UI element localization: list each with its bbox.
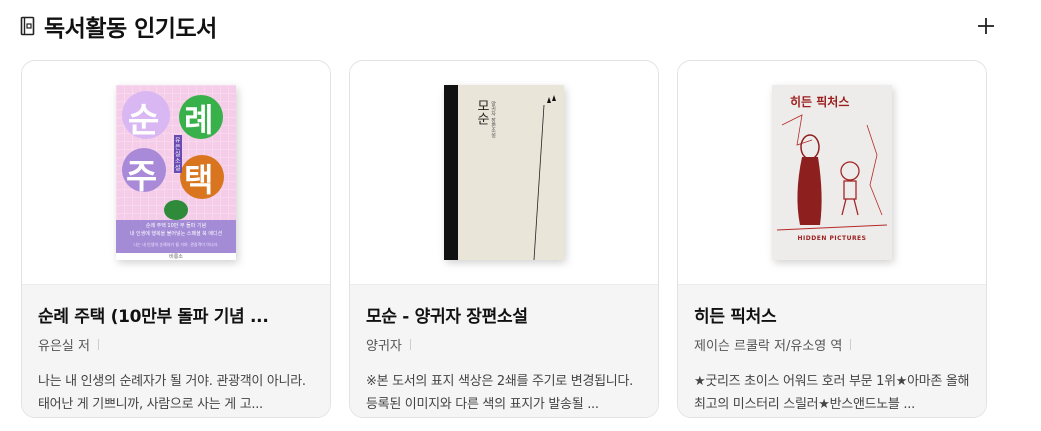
cover-title: 히든 픽처스 [790, 95, 850, 109]
book-info: 순례 주택 (10만부 돌파 기념 ... 유은실 저 나는 내 인생의 순례자… [22, 284, 330, 417]
book-author: 유은실 저 [38, 335, 314, 354]
book-icon [20, 16, 36, 36]
book-author: 제이슨 르쿨락 저/유소영 역 [694, 335, 970, 354]
section-title: 독서활동 인기도서 [44, 16, 217, 42]
book-description: ※본 도서의 표지 색상은 2쇄를 주기로 변경됩니다. 등록된 이미지와 다른… [366, 374, 633, 412]
cover-subtitle: HIDDEN PICTURES [797, 235, 867, 242]
cover-tagline: 순례 주택 10만 부 돌파 기념 [145, 223, 207, 229]
book-title[interactable]: 히든 픽처스 [694, 302, 970, 327]
book-description: ★굿리즈 초이스 어워드 호러 부문 1위★아마존 올해 최고의 미스터리 스릴… [694, 374, 970, 412]
book-info: 모순 - 양귀자 장편소설 양귀자 ※본 도서의 표지 색상은 2쇄를 주기로 … [350, 284, 658, 417]
divider [409, 339, 411, 350]
cover-side-label: 유은실 소설 [175, 137, 181, 172]
plus-icon [978, 18, 994, 34]
cover-letter: 택 [184, 161, 214, 199]
book-cover-image[interactable]: 히든 픽처스 HIDDEN PICTURES [772, 85, 892, 260]
cover-vertical-title: 모순 [474, 99, 489, 125]
author-name: 양귀자 [366, 339, 402, 354]
book-card[interactable]: 히든 픽처스 HIDDEN PICTURES 히든 픽처스 제이슨 르쿨락 저/… [677, 60, 987, 418]
book-description: 나는 내 인생의 순례자가 될 거야. 관광객이 아니라. 태어난 게 기쁘니까… [38, 374, 306, 412]
book-author: 양귀자 [366, 335, 642, 354]
book-cover-image[interactable]: 순 례 주 택 유은실 소설 순례 주택 10만 부 돌파 기념 내 인생에 행… [116, 85, 236, 260]
divider [97, 339, 99, 350]
book-title[interactable]: 순례 주택 (10만부 돌파 기념 ... [38, 302, 314, 327]
cover-publisher: 비룡소 [169, 254, 183, 260]
cover-vertical-sub: 양귀자 장편소설 [490, 101, 496, 138]
author-name: 유은실 저 [38, 339, 90, 354]
book-info: 히든 픽처스 제이슨 르쿨락 저/유소영 역 ★굿리즈 초이스 어워드 호러 부… [678, 284, 986, 417]
divider [850, 339, 852, 350]
book-cover-area: 히든 픽처스 HIDDEN PICTURES [678, 61, 986, 284]
cover-letter: 례 [184, 101, 214, 139]
book-title[interactable]: 모순 - 양귀자 장편소설 [366, 302, 642, 327]
cover-letter: 주 [126, 157, 158, 197]
cover-tagline: 내 인생에 행복을 불어넣는 스페셜 북 에디션 [129, 231, 223, 237]
book-cover-area: 순 례 주 택 유은실 소설 순례 주택 10만 부 돌파 기념 내 인생에 행… [22, 61, 330, 284]
book-cover-image[interactable]: 모순 양귀자 장편소설 [444, 85, 564, 260]
book-cover-area: 모순 양귀자 장편소설 [350, 61, 658, 284]
cover-note: 나는 내 인생의 순례자가 될 거야. 관광객이 아니라. [133, 242, 219, 247]
section-header: 독서활동 인기도서 [20, 10, 217, 42]
book-card[interactable]: 순 례 주 택 유은실 소설 순례 주택 10만 부 돌파 기념 내 인생에 행… [21, 60, 331, 418]
more-button[interactable] [974, 14, 998, 38]
cover-letter: 순 [128, 101, 160, 141]
book-card[interactable]: 모순 양귀자 장편소설 모순 - 양귀자 장편소설 양귀자 ※본 도서의 표지 … [349, 60, 659, 418]
author-name: 제이슨 르쿨락 저/유소영 역 [694, 339, 843, 354]
